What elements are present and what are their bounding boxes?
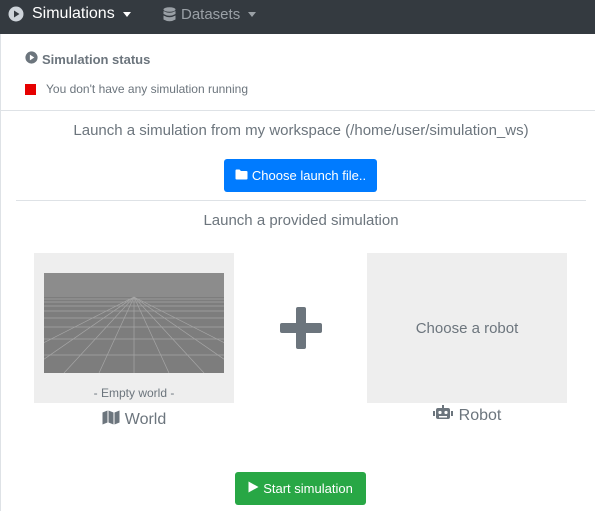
- chevron-down-icon: [122, 11, 131, 17]
- nav-datasets-dropdown[interactable]: Datasets: [163, 0, 257, 28]
- map-icon: [102, 410, 125, 430]
- world-label-text: World: [124, 411, 167, 428]
- world-caption: - Empty world -: [93, 386, 175, 400]
- database-icon: [163, 6, 176, 22]
- world-card[interactable]: - Empty world -: [34, 253, 234, 403]
- play-circle-icon: [25, 51, 42, 67]
- nav-datasets-label: Datasets: [181, 5, 241, 23]
- choose-launch-file-button[interactable]: Choose launch file..: [224, 159, 377, 192]
- status-title-text: Simulation status: [42, 51, 151, 67]
- world-label: World: [34, 410, 234, 430]
- divider: [16, 200, 586, 201]
- top-navbar: Simulations Datasets: [0, 0, 595, 34]
- play-circle-icon: [8, 6, 24, 22]
- nav-simulations-dropdown[interactable]: Simulations: [8, 0, 131, 28]
- status-indicator: [25, 83, 36, 95]
- nav-simulations-label: Simulations: [32, 5, 115, 22]
- play-icon: [248, 481, 263, 496]
- robot-card[interactable]: Choose a robot: [367, 253, 567, 403]
- provided-heading: Launch a provided simulation: [203, 212, 399, 229]
- world-thumbnail: [44, 273, 224, 373]
- status-message: You don't have any simulation running: [46, 82, 248, 96]
- divider: [0, 110, 595, 111]
- status-message-row: You don't have any simulation running: [25, 82, 248, 96]
- folder-icon: [235, 168, 252, 183]
- chevron-down-icon: [248, 11, 257, 17]
- robot-placeholder: Choose a robot: [415, 319, 519, 337]
- start-simulation-button[interactable]: Start simulation: [235, 472, 366, 505]
- robot-label: Robot: [367, 405, 567, 427]
- plus-icon: [280, 307, 322, 354]
- start-simulation-label: Start simulation: [263, 481, 353, 496]
- choose-launch-file-label: Choose launch file..: [251, 168, 367, 183]
- simulation-status-title: Simulation status: [25, 51, 150, 67]
- robot-label-text: Robot: [458, 407, 502, 424]
- robot-icon: [432, 405, 459, 427]
- workspace-heading: Launch a simulation from my workspace (/…: [73, 122, 529, 139]
